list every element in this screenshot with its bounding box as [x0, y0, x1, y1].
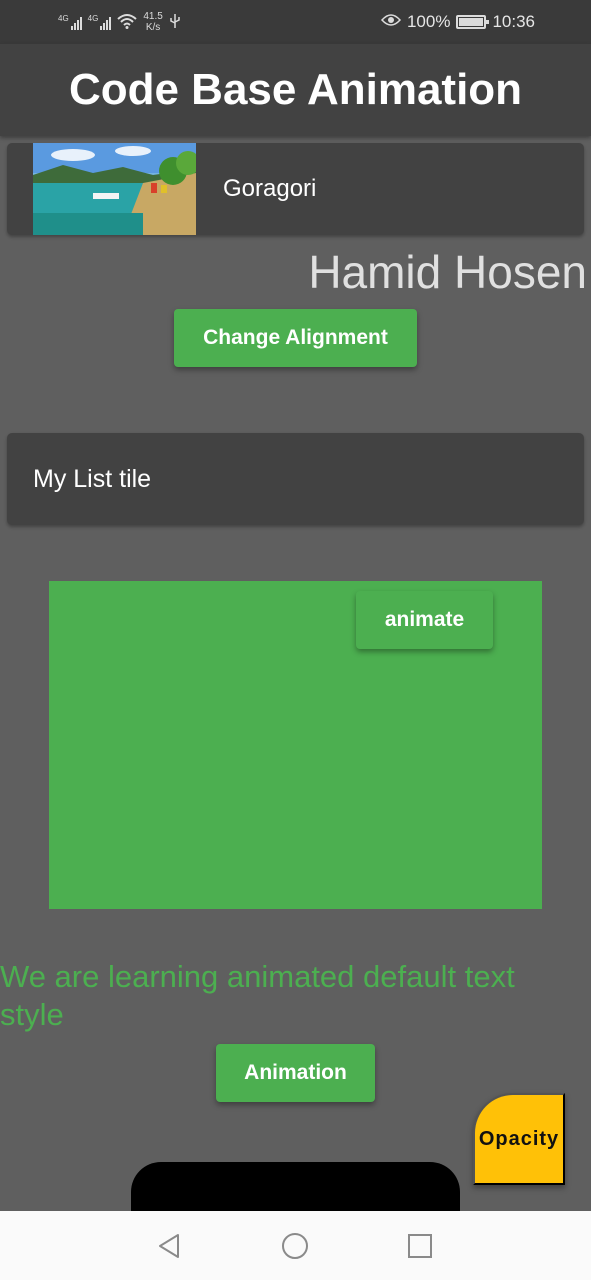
signal-type-label: 4G — [58, 14, 69, 23]
back-icon[interactable] — [154, 1231, 184, 1261]
status-bar: 4G 4G 41.5 K/s 100% 10:36 — [0, 0, 591, 44]
card-title: Goragori — [223, 175, 317, 202]
app-title: Code Base Animation — [68, 65, 523, 114]
system-nav-bar — [0, 1211, 591, 1280]
home-icon[interactable] — [280, 1231, 310, 1261]
status-left: 4G 4G 41.5 K/s — [58, 8, 181, 36]
animated-container: animate — [49, 581, 542, 909]
usb-icon — [169, 13, 181, 32]
opacity-fab[interactable]: Opacity — [473, 1093, 565, 1185]
signal-icon: 4G — [58, 14, 82, 30]
battery-percent: 100% — [406, 12, 451, 31]
network-speed-value: 41.5 — [143, 11, 163, 22]
change-alignment-button[interactable]: Change Alignment — [174, 309, 417, 367]
clock: 10:36 — [492, 12, 535, 31]
eye-icon — [380, 12, 401, 32]
name-text: Hamid Hosen — [308, 246, 587, 298]
image-card[interactable]: Goragori — [7, 143, 584, 235]
status-right: 100% 10:36 — [380, 8, 535, 36]
animation-button[interactable]: Animation — [216, 1044, 375, 1102]
app-bar: Code Base Animation — [0, 44, 591, 136]
wifi-icon — [117, 13, 138, 32]
animate-button[interactable]: animate — [356, 591, 493, 649]
card-thumbnail-image — [33, 143, 196, 235]
network-speed: 41.5 K/s — [143, 11, 162, 33]
list-tile-title: My List tile — [33, 465, 152, 493]
signal-icon: 4G — [88, 14, 112, 30]
animated-default-text: We are learning animated default text st… — [0, 959, 515, 1032]
battery-icon — [456, 15, 490, 29]
list-tile[interactable]: My List tile — [7, 433, 584, 525]
signal-type-label: 4G — [87, 14, 99, 23]
recent-apps-icon[interactable] — [405, 1231, 435, 1261]
network-speed-unit: K/s — [145, 22, 161, 33]
